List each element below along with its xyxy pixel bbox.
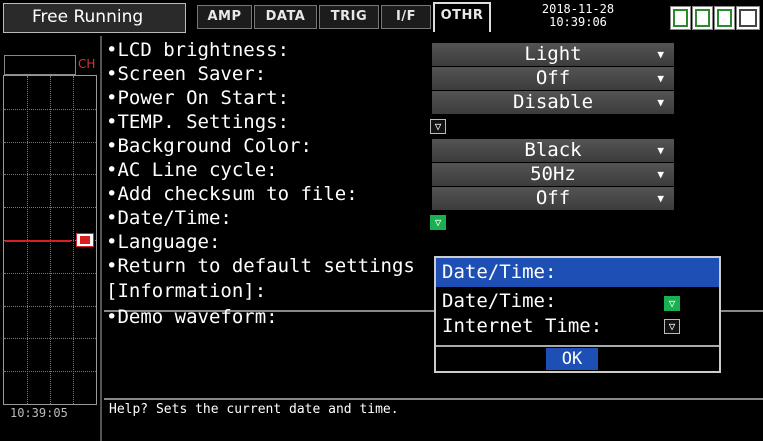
channel-indicator [4, 55, 76, 75]
power-on-start-dropdown[interactable]: Disable ▼ [432, 91, 674, 114]
add-checksum-dropdown[interactable]: Off ▼ [432, 187, 674, 210]
setting-demo-waveform-label: •Demo waveform: [106, 306, 278, 328]
help-text: Help? Sets the current date and time. [109, 402, 399, 417]
setting-date-time-label: •Date/Time: [106, 207, 232, 229]
tab-data[interactable]: DATA [254, 5, 317, 29]
ac-line-cycle-value: 50Hz [530, 163, 576, 185]
setting-language-label: •Language: [106, 231, 221, 253]
dropdown-arrow-icon: ▼ [657, 48, 664, 61]
setting-return-default-label[interactable]: •Return to default settings [106, 255, 434, 280]
lcd-brightness-value: Light [524, 43, 582, 65]
setting-background-color-label: •Background Color: [106, 135, 312, 157]
setting-power-on-start-label: •Power On Start: [106, 87, 290, 109]
date-time-submenu-icon[interactable]: ▽ [430, 215, 446, 230]
top-bar: Free Running AMP DATA TRIG I/F OTHR 2018… [0, 0, 763, 36]
popup-title: Date/Time: [436, 258, 719, 287]
internet-time-submenu-icon[interactable]: ▽ [664, 319, 680, 334]
dropdown-arrow-icon: ▼ [657, 144, 664, 157]
date-time-submenu-icon[interactable]: ▽ [664, 296, 680, 311]
channel-marker-icon [76, 233, 94, 247]
setting-ac-line-cycle-label: •AC Line cycle: [106, 159, 278, 181]
popup-item-internet-time[interactable]: Internet Time: [442, 315, 602, 337]
battery-icon [714, 6, 735, 30]
clock-time: 10:39:06 [549, 15, 607, 29]
ac-line-cycle-dropdown[interactable]: 50Hz ▼ [432, 163, 674, 186]
background-color-value: Black [524, 139, 582, 161]
lcd-brightness-dropdown[interactable]: Light ▼ [432, 43, 674, 66]
background-color-dropdown[interactable]: Black ▼ [432, 139, 674, 162]
dropdown-arrow-icon: ▼ [657, 192, 664, 205]
temp-settings-submenu-icon[interactable]: ▽ [430, 119, 446, 134]
popup-divider [436, 345, 719, 347]
setting-add-checksum-label: •Add checksum to file: [106, 183, 358, 205]
tab-if[interactable]: I/F [381, 5, 431, 29]
clock: 2018-11-28 10:39:06 [536, 3, 620, 33]
popup-item-date-time[interactable]: Date/Time: [442, 290, 556, 312]
dropdown-arrow-icon: ▼ [657, 96, 664, 109]
dropdown-arrow-icon: ▼ [657, 72, 664, 85]
screen-saver-dropdown[interactable]: Off ▼ [432, 67, 674, 90]
waveform-trace [5, 240, 71, 242]
monitor-time: 10:39:05 [10, 406, 68, 420]
lock-icon [736, 6, 760, 30]
screen-saver-value: Off [535, 67, 571, 89]
power-on-start-value: Disable [512, 91, 594, 113]
setting-temp-settings-label: •TEMP. Settings: [106, 111, 290, 133]
dropdown-arrow-icon: ▼ [657, 168, 664, 181]
setting-lcd-brightness-label: •LCD brightness: [106, 39, 290, 61]
help-divider [104, 398, 763, 400]
information-header: [Information]: [106, 280, 267, 302]
add-checksum-value: Off [535, 187, 571, 209]
tab-trig[interactable]: TRIG [319, 5, 379, 29]
date-time-popup: Date/Time: Date/Time: ▽ Internet Time: ▽… [434, 256, 721, 373]
memory-icon [670, 6, 691, 30]
tab-othr[interactable]: OTHR [433, 2, 491, 32]
setting-screen-saver-label: •Screen Saver: [106, 63, 267, 85]
memory2-icon [692, 6, 713, 30]
tab-amp[interactable]: AMP [197, 5, 252, 29]
channel-label: CH [78, 57, 96, 71]
ok-button[interactable]: OK [546, 348, 598, 370]
mode-indicator: Free Running [3, 3, 186, 33]
